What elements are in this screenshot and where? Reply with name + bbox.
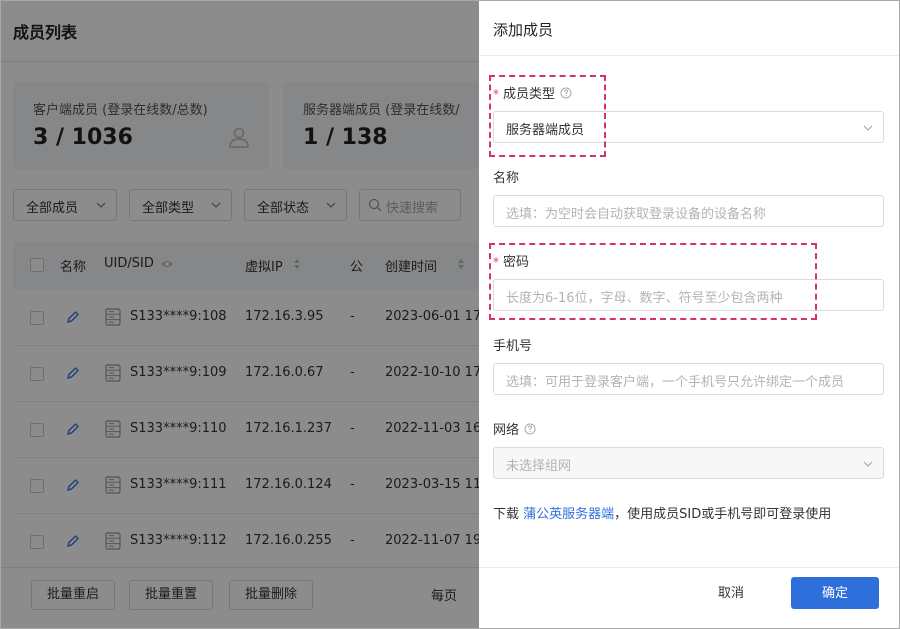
name-label: 名称 [493, 171, 520, 186]
member-type-value: 服务器端成员 [506, 123, 585, 138]
password-placeholder: 长度为6-16位，字母、数字、符号至少包含两种 [506, 291, 783, 306]
drawer-footer: 取消 确定 [479, 567, 899, 628]
chevron-down-icon [863, 461, 873, 467]
cancel-button[interactable]: 取消 [689, 577, 773, 609]
phone-input[interactable]: 选填：可用于登录客户端，一个手机号只允许绑定一个成员 [493, 363, 884, 395]
password-input[interactable]: 长度为6-16位，字母、数字、符号至少包含两种 [493, 279, 884, 311]
password-label: * 密码 [493, 251, 529, 270]
download-prefix: 下载 [493, 507, 524, 522]
required-mark: * [493, 255, 499, 269]
password-label-text: 密码 [503, 255, 530, 270]
download-server-link[interactable]: 蒲公英服务器端 [523, 507, 614, 522]
member-type-select[interactable]: 服务器端成员 [493, 111, 884, 143]
phone-label: 手机号 [493, 339, 533, 354]
required-mark: * [493, 87, 499, 101]
download-suffix: ，使用成员SID或手机号即可登录使用 [614, 507, 832, 522]
add-member-drawer: 添加成员 * 成员类型 服务器端成员 名称 选填：为空时会自动获取登录设备的设备名… [479, 1, 899, 628]
network-label: 网络 [493, 419, 536, 438]
phone-placeholder: 选填：可用于登录客户端，一个手机号只允许绑定一个成员 [506, 375, 845, 390]
chevron-down-icon [863, 125, 873, 131]
network-select[interactable]: 未选择组网 [493, 447, 884, 479]
name-input[interactable]: 选填：为空时会自动获取登录设备的设备名称 [493, 195, 884, 227]
help-icon[interactable] [560, 87, 572, 99]
name-placeholder: 选填：为空时会自动获取登录设备的设备名称 [506, 207, 767, 222]
app-window: 成员列表 客户端成员 (登录在线数/总数) 3 / 1036 服务器端成员 (登… [0, 0, 900, 629]
drawer-header: 添加成员 [479, 1, 899, 56]
network-label-text: 网络 [493, 423, 520, 438]
download-hint: 下载 蒲公英服务器端，使用成员SID或手机号即可登录使用 [493, 503, 831, 522]
member-type-label-text: 成员类型 [503, 87, 556, 102]
help-icon[interactable] [524, 423, 536, 435]
drawer-title: 添加成员 [493, 21, 554, 39]
network-placeholder: 未选择组网 [506, 459, 572, 474]
member-type-label: * 成员类型 [493, 83, 572, 102]
confirm-button[interactable]: 确定 [791, 577, 879, 609]
